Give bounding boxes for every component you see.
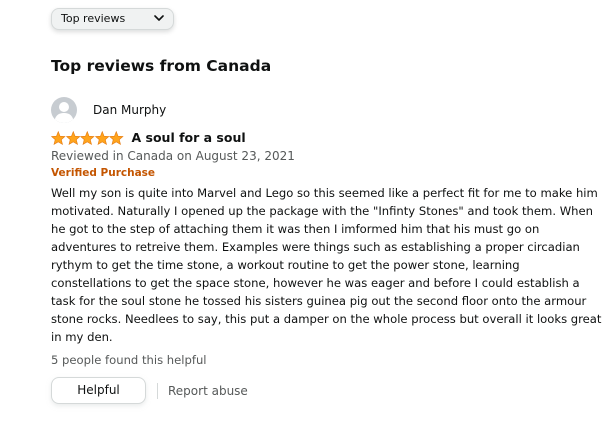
sort-dropdown-value: Top reviews [61,12,126,25]
reviewer-name: Dan Murphy [93,103,167,117]
verified-purchase-badge[interactable]: Verified Purchase [51,167,601,179]
reviewer-profile[interactable]: Dan Murphy [51,97,601,123]
helpful-count: 5 people found this helpful [51,353,207,367]
review-card: Dan Murphy A soul for a soul Reviewed in… [51,97,601,404]
star-icon [80,130,95,145]
chevron-down-icon [154,15,164,21]
user-avatar-icon [51,97,77,123]
report-abuse-link[interactable]: Report abuse [168,384,248,398]
review-title[interactable]: A soul for a soul [132,130,246,145]
star-icon [109,130,124,145]
star-icon [65,130,80,145]
review-body: Well my son is quite into Marvel and Leg… [51,186,602,344]
helpful-button[interactable]: Helpful [51,377,146,404]
star-rating[interactable] [51,130,124,145]
star-icon [51,130,66,145]
section-title: Top reviews from Canada [51,57,272,75]
review-date: Reviewed in Canada on August 23, 2021 [51,149,295,163]
sort-dropdown[interactable]: Top reviews [51,8,174,30]
star-icon [94,130,109,145]
action-divider [157,382,158,399]
